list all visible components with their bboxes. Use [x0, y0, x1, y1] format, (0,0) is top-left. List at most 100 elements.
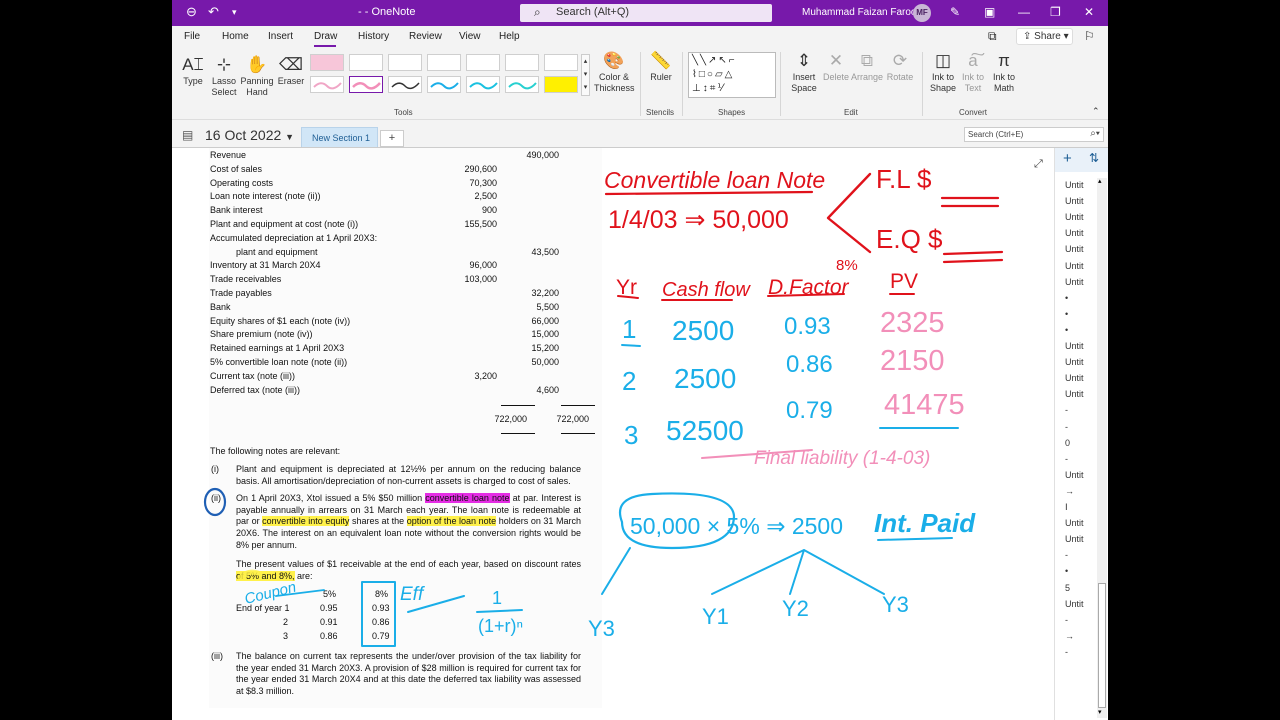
- page-item[interactable]: Untit: [1065, 212, 1084, 222]
- page-item[interactable]: Untit: [1065, 470, 1084, 480]
- undo-icon[interactable]: ↶: [208, 4, 219, 20]
- section-tab[interactable]: New Section 1: [301, 127, 378, 147]
- page-item[interactable]: Untit: [1065, 261, 1084, 271]
- pen-cyan[interactable]: [427, 76, 461, 93]
- page-canvas[interactable]: Revenue 490,000 Cost of sales 290,600 Operat…: [172, 148, 1054, 720]
- notebook-view-icon[interactable]: ⧉: [988, 29, 997, 44]
- notebook-icon[interactable]: ▤: [182, 128, 193, 142]
- expand-page-icon[interactable]: ⤢: [1034, 158, 1043, 171]
- tab-draw[interactable]: Draw: [314, 31, 337, 42]
- page-item[interactable]: -: [1065, 454, 1068, 464]
- page-item[interactable]: -: [1065, 422, 1068, 432]
- page-item[interactable]: 0: [1065, 438, 1070, 448]
- ink-to-shape-button[interactable]: ◫ Ink to Shape: [928, 50, 958, 94]
- page-item[interactable]: Untit: [1065, 389, 1084, 399]
- ink-pv-3: 41475: [884, 389, 965, 421]
- pen-cyan-3[interactable]: [505, 76, 539, 93]
- feedback-icon[interactable]: ⚐: [1084, 29, 1095, 43]
- notebook-title[interactable]: 16 Oct 2022 ▼: [205, 127, 294, 143]
- sort-pages-icon[interactable]: ⇅: [1089, 151, 1099, 165]
- ink-factor-1: 0.93: [784, 313, 831, 340]
- ruler-button[interactable]: 📏 Ruler: [646, 50, 676, 83]
- global-search[interactable]: ⌕ Search (Alt+Q): [520, 4, 772, 22]
- page-item[interactable]: Untit: [1065, 534, 1084, 544]
- page-item[interactable]: 5: [1065, 583, 1070, 593]
- rotate-button[interactable]: ⟳ Rotate: [884, 50, 916, 83]
- collapse-ribbon-icon[interactable]: ⌃: [1092, 106, 1100, 117]
- add-section-button[interactable]: +: [380, 130, 404, 147]
- lasso-select-button[interactable]: ⊹ Lasso Select: [210, 54, 238, 98]
- pen-gallery-scroll[interactable]: ▴ ▾ ▾: [581, 54, 590, 96]
- page-item[interactable]: Untit: [1065, 518, 1084, 528]
- page-item[interactable]: •: [1065, 566, 1068, 576]
- maximize-icon[interactable]: ❐: [1050, 5, 1061, 19]
- pen-pink-thin[interactable]: [310, 76, 344, 93]
- page-item[interactable]: Untit: [1065, 277, 1084, 287]
- title-bar: ⊖ ↶ ▾ - - OneNote ⌕ Search (Alt+Q) Muham…: [172, 0, 1108, 26]
- page-item[interactable]: -: [1065, 405, 1068, 415]
- tab-history[interactable]: History: [358, 31, 389, 42]
- tab-file[interactable]: File: [184, 31, 200, 42]
- page-item[interactable]: •: [1065, 325, 1068, 335]
- back-icon[interactable]: ⊖: [186, 4, 197, 20]
- page-search-input[interactable]: Search (Ctrl+E) ⌕▾: [964, 127, 1104, 142]
- page-item[interactable]: Untit: [1065, 357, 1084, 367]
- ink-to-text-button[interactable]: a͠ Ink to Text: [958, 50, 988, 94]
- scroll-down-icon[interactable]: ▾: [1098, 708, 1102, 716]
- page-item[interactable]: →: [1065, 631, 1074, 641]
- page-item[interactable]: Ⅰ: [1065, 502, 1068, 513]
- insert-space-button[interactable]: ⇕ Insert Space: [786, 50, 822, 94]
- page-item[interactable]: •: [1065, 293, 1068, 303]
- tab-review[interactable]: Review: [409, 31, 442, 42]
- pen-cyan-2[interactable]: [466, 76, 500, 93]
- share-button[interactable]: ⇪ Share ▾: [1016, 28, 1073, 45]
- page-item[interactable]: Untit: [1065, 599, 1084, 609]
- customize-qat-icon[interactable]: ▾: [232, 7, 237, 18]
- pen-yellow-highlighter[interactable]: [544, 76, 578, 93]
- page-item[interactable]: Untit: [1065, 244, 1084, 254]
- pen-2[interactable]: [349, 54, 383, 71]
- ribbon-display-icon[interactable]: ▣: [984, 5, 995, 19]
- page-item[interactable]: Untit: [1065, 341, 1084, 351]
- page-item[interactable]: Untit: [1065, 373, 1084, 383]
- page-item[interactable]: Untit: [1065, 180, 1084, 190]
- minimize-icon[interactable]: —: [1018, 5, 1030, 19]
- pen-pink-selected[interactable]: [349, 76, 383, 93]
- type-button[interactable]: A⌶ Type: [180, 54, 206, 87]
- scrollbar-thumb[interactable]: [1098, 583, 1106, 708]
- page-item[interactable]: →: [1065, 486, 1074, 496]
- page-item[interactable]: -: [1065, 550, 1068, 560]
- scroll-up-icon[interactable]: ▴: [1098, 177, 1102, 185]
- group-convert-label: Convert: [959, 108, 988, 117]
- search-icon: ⌕: [534, 5, 541, 19]
- page-item[interactable]: Untit: [1065, 196, 1084, 206]
- pen-4[interactable]: [427, 54, 461, 71]
- page-item[interactable]: •: [1065, 309, 1068, 319]
- pen-7[interactable]: [544, 54, 578, 71]
- pen-5[interactable]: [466, 54, 500, 71]
- arrange-button[interactable]: ⧉ Arrange: [850, 50, 884, 83]
- avatar[interactable]: MF: [913, 4, 931, 22]
- tab-home[interactable]: Home: [222, 31, 249, 42]
- pen-pink-highlighter[interactable]: [310, 54, 344, 71]
- eraser-button[interactable]: ⌫ Eraser: [276, 54, 306, 87]
- close-icon[interactable]: ✕: [1084, 5, 1094, 19]
- tab-help[interactable]: Help: [499, 31, 520, 42]
- page-item[interactable]: -: [1065, 615, 1068, 625]
- color-thickness-button[interactable]: 🎨 Color & Thickness: [594, 50, 635, 94]
- pen-icon[interactable]: ✎: [950, 5, 960, 19]
- panning-hand-button[interactable]: ✋ Panning Hand: [240, 54, 274, 98]
- tab-insert[interactable]: Insert: [268, 31, 293, 42]
- tab-view[interactable]: View: [459, 31, 481, 42]
- ink-to-math-button[interactable]: π Ink to Math: [988, 50, 1020, 94]
- shapes-gallery[interactable]: ╲╲↗↖⌐ ⌇□○▱△ ⊥↕⌗⅟: [688, 52, 776, 98]
- page-item[interactable]: Untit: [1065, 228, 1084, 238]
- page-list-scrollbar[interactable]: ▴ ▾: [1097, 178, 1107, 718]
- pen-3[interactable]: [388, 54, 422, 71]
- delete-button[interactable]: ✕ Delete: [822, 50, 850, 83]
- page-item[interactable]: -: [1065, 647, 1068, 657]
- ruler-icon: 📏: [650, 51, 672, 70]
- pen-black[interactable]: [388, 76, 422, 93]
- add-page-icon[interactable]: +: [1063, 150, 1072, 167]
- pen-6[interactable]: [505, 54, 539, 71]
